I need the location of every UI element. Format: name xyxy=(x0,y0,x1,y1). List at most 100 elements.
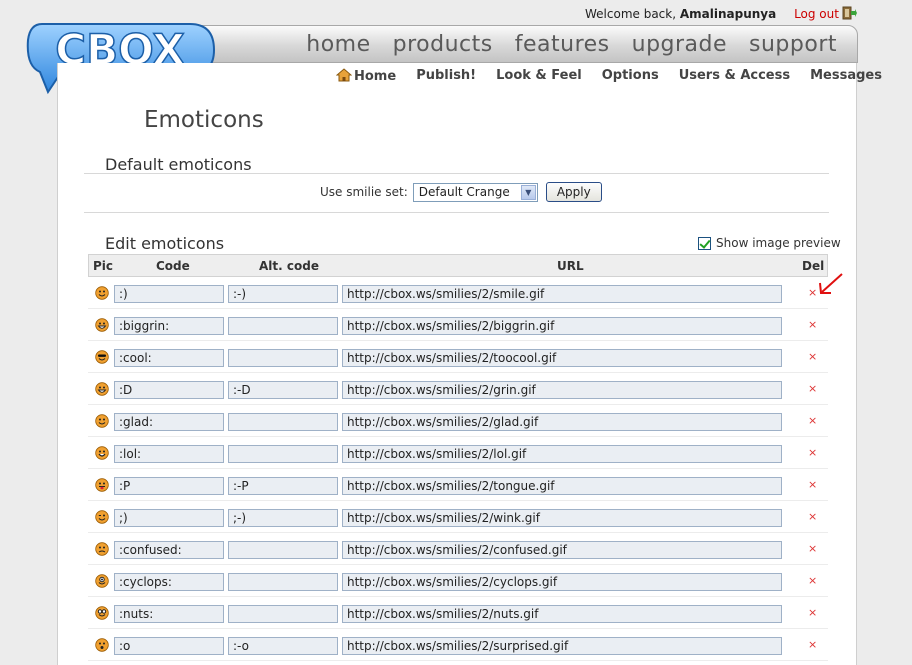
smilie-set-value: Default Crange xyxy=(418,184,510,199)
delete-icon[interactable]: × xyxy=(808,541,817,557)
url-input[interactable]: http://cbox.ws/smilies/2/confused.gif xyxy=(342,541,782,559)
show-preview-option[interactable]: Show image preview xyxy=(698,236,841,250)
delete-icon[interactable]: × xyxy=(808,573,817,589)
delete-icon[interactable]: × xyxy=(808,349,817,365)
username: Amalinapunya xyxy=(679,7,777,21)
alt-code-input[interactable]: ;-) xyxy=(228,509,338,527)
alt-code-input[interactable]: :-P xyxy=(228,477,338,495)
code-input[interactable]: :lol: xyxy=(114,445,224,463)
url-input[interactable]: http://cbox.ws/smilies/2/glad.gif xyxy=(342,413,782,431)
subnav-item-publish[interactable]: Publish! xyxy=(416,68,476,85)
alt-code-input[interactable] xyxy=(228,317,338,335)
alt-code-input[interactable]: :-) xyxy=(228,285,338,303)
url-input[interactable]: http://cbox.ws/smilies/2/smile.gif xyxy=(342,285,782,303)
alt-code-input[interactable]: :-D xyxy=(228,381,338,399)
table-row: :):-) http://cbox.ws/smilies/2/smile.gif × xyxy=(88,277,828,309)
chevron-down-icon: ▼ xyxy=(520,184,536,200)
subnav-item-users-access[interactable]: Users & Access xyxy=(679,68,790,85)
delete-icon[interactable]: × xyxy=(808,637,817,653)
delete-icon[interactable]: × xyxy=(808,381,817,397)
show-preview-checkbox[interactable] xyxy=(698,236,711,250)
delete-icon[interactable]: × xyxy=(808,413,817,429)
code-input[interactable]: :nuts: xyxy=(114,605,224,623)
emoticon-cyclops-icon xyxy=(95,574,109,588)
table-row: ;) ;-) http://cbox.ws/smilies/2/wink.gif × xyxy=(88,501,828,533)
url-input[interactable]: http://cbox.ws/smilies/2/grin.gif xyxy=(342,381,782,399)
subnav-label: Look & Feel xyxy=(496,68,582,83)
url-input[interactable]: http://cbox.ws/smilies/2/biggrin.gif xyxy=(342,317,782,335)
emoticon-smile-icon xyxy=(95,286,109,300)
code-input[interactable]: :glad: xyxy=(114,413,224,431)
alt-code-input[interactable] xyxy=(228,573,338,591)
subnav-item-messages[interactable]: Messages xyxy=(810,68,882,85)
nav-main-features[interactable]: features xyxy=(515,32,610,58)
apply-button[interactable]: Apply xyxy=(545,182,602,202)
emoticon-biggrin-icon xyxy=(95,318,109,332)
code-input[interactable]: :o xyxy=(114,637,224,655)
table-row: :cool: http://cbox.ws/smilies/2/toocool.g… xyxy=(88,341,828,373)
header-alt-code: Alt. code xyxy=(259,259,319,273)
alt-code-input[interactable] xyxy=(228,349,338,367)
nav-main-home[interactable]: home xyxy=(306,32,370,58)
emoticon-nuts-icon xyxy=(95,606,109,620)
url-input[interactable]: http://cbox.ws/smilies/2/nuts.gif xyxy=(342,605,782,623)
alt-code-input[interactable] xyxy=(228,445,338,463)
url-input[interactable]: http://cbox.ws/smilies/2/toocool.gif xyxy=(342,349,782,367)
smilie-set-select[interactable]: Default Crange ▼ xyxy=(412,182,538,202)
main-nav-bar: home products features upgrade support xyxy=(200,25,858,63)
subnav-item-options[interactable]: Options xyxy=(602,68,659,85)
emoticon-lol-icon xyxy=(95,446,109,460)
subnav-item-look-feel[interactable]: Look & Feel xyxy=(496,68,582,85)
delete-icon[interactable]: × xyxy=(808,477,817,493)
table-row: :D:-D http://cbox.ws/smilies/2/grin.gif × xyxy=(88,373,828,405)
header-pic: Pic xyxy=(93,259,114,273)
code-input[interactable]: :P xyxy=(114,477,224,495)
welcome-prefix: Welcome back, xyxy=(585,7,677,21)
table-row: :cyclops: http://cbox.ws/smilies/2/cyclop… xyxy=(88,565,828,597)
delete-icon[interactable]: × xyxy=(808,317,817,333)
table-row: :o:-o http://cbox.ws/smilies/2/surprised.… xyxy=(88,629,828,661)
subnav-label: Home xyxy=(354,69,397,84)
nav-main-upgrade[interactable]: upgrade xyxy=(632,32,727,58)
code-input[interactable]: :confused: xyxy=(114,541,224,559)
alt-code-input[interactable] xyxy=(228,605,338,623)
table-header: Pic Code Alt. code URL Del xyxy=(88,254,828,277)
code-input[interactable]: :cyclops: xyxy=(114,573,224,591)
welcome-bar: Welcome back, Amalinapunya Log out xyxy=(585,6,905,24)
nav-main-products[interactable]: products xyxy=(393,32,493,58)
code-input[interactable]: :) xyxy=(114,285,224,303)
logout-link[interactable]: Log out xyxy=(794,6,857,21)
delete-icon[interactable]: × xyxy=(808,445,817,461)
code-input[interactable]: ;) xyxy=(114,509,224,527)
delete-icon[interactable]: × xyxy=(808,509,817,525)
logout-icon xyxy=(842,6,857,20)
nav-main-support[interactable]: support xyxy=(749,32,837,58)
table-row: :lol: http://cbox.ws/smilies/2/lol.gif × xyxy=(88,437,828,469)
url-input[interactable]: http://cbox.ws/smilies/2/cyclops.gif xyxy=(342,573,782,591)
code-input[interactable]: :cool: xyxy=(114,349,224,367)
default-emoticons-heading: Default emoticons xyxy=(105,155,252,174)
alt-code-input[interactable] xyxy=(228,413,338,431)
url-input[interactable]: http://cbox.ws/smilies/2/tongue.gif xyxy=(342,477,782,495)
subnav-item-home[interactable]: Home xyxy=(336,68,396,85)
header-url: URL xyxy=(557,259,584,273)
code-input[interactable]: :D xyxy=(114,381,224,399)
url-input[interactable]: http://cbox.ws/smilies/2/lol.gif xyxy=(342,445,782,463)
emoticon-surprised-icon xyxy=(95,638,109,652)
delete-icon[interactable]: × xyxy=(808,605,817,621)
emoticon-wink-icon xyxy=(95,510,109,524)
alt-code-input[interactable] xyxy=(228,541,338,559)
header-code: Code xyxy=(156,259,190,273)
url-input[interactable]: http://cbox.ws/smilies/2/wink.gif xyxy=(342,509,782,527)
smilie-set-label: Use smilie set: xyxy=(320,185,408,199)
table-row: :confused: http://cbox.ws/smilies/2/confu… xyxy=(88,533,828,565)
emoticon-glad-icon xyxy=(95,414,109,428)
emoticon-cool-icon xyxy=(95,350,109,364)
emoticon-tongue-icon xyxy=(95,478,109,492)
table-row: :nuts: http://cbox.ws/smilies/2/nuts.gif × xyxy=(88,597,828,629)
emoticon-grin-icon xyxy=(95,382,109,396)
code-input[interactable]: :biggrin: xyxy=(114,317,224,335)
annotation-arrow-icon xyxy=(819,273,843,294)
url-input[interactable]: http://cbox.ws/smilies/2/surprised.gif xyxy=(342,637,782,655)
alt-code-input[interactable]: :-o xyxy=(228,637,338,655)
